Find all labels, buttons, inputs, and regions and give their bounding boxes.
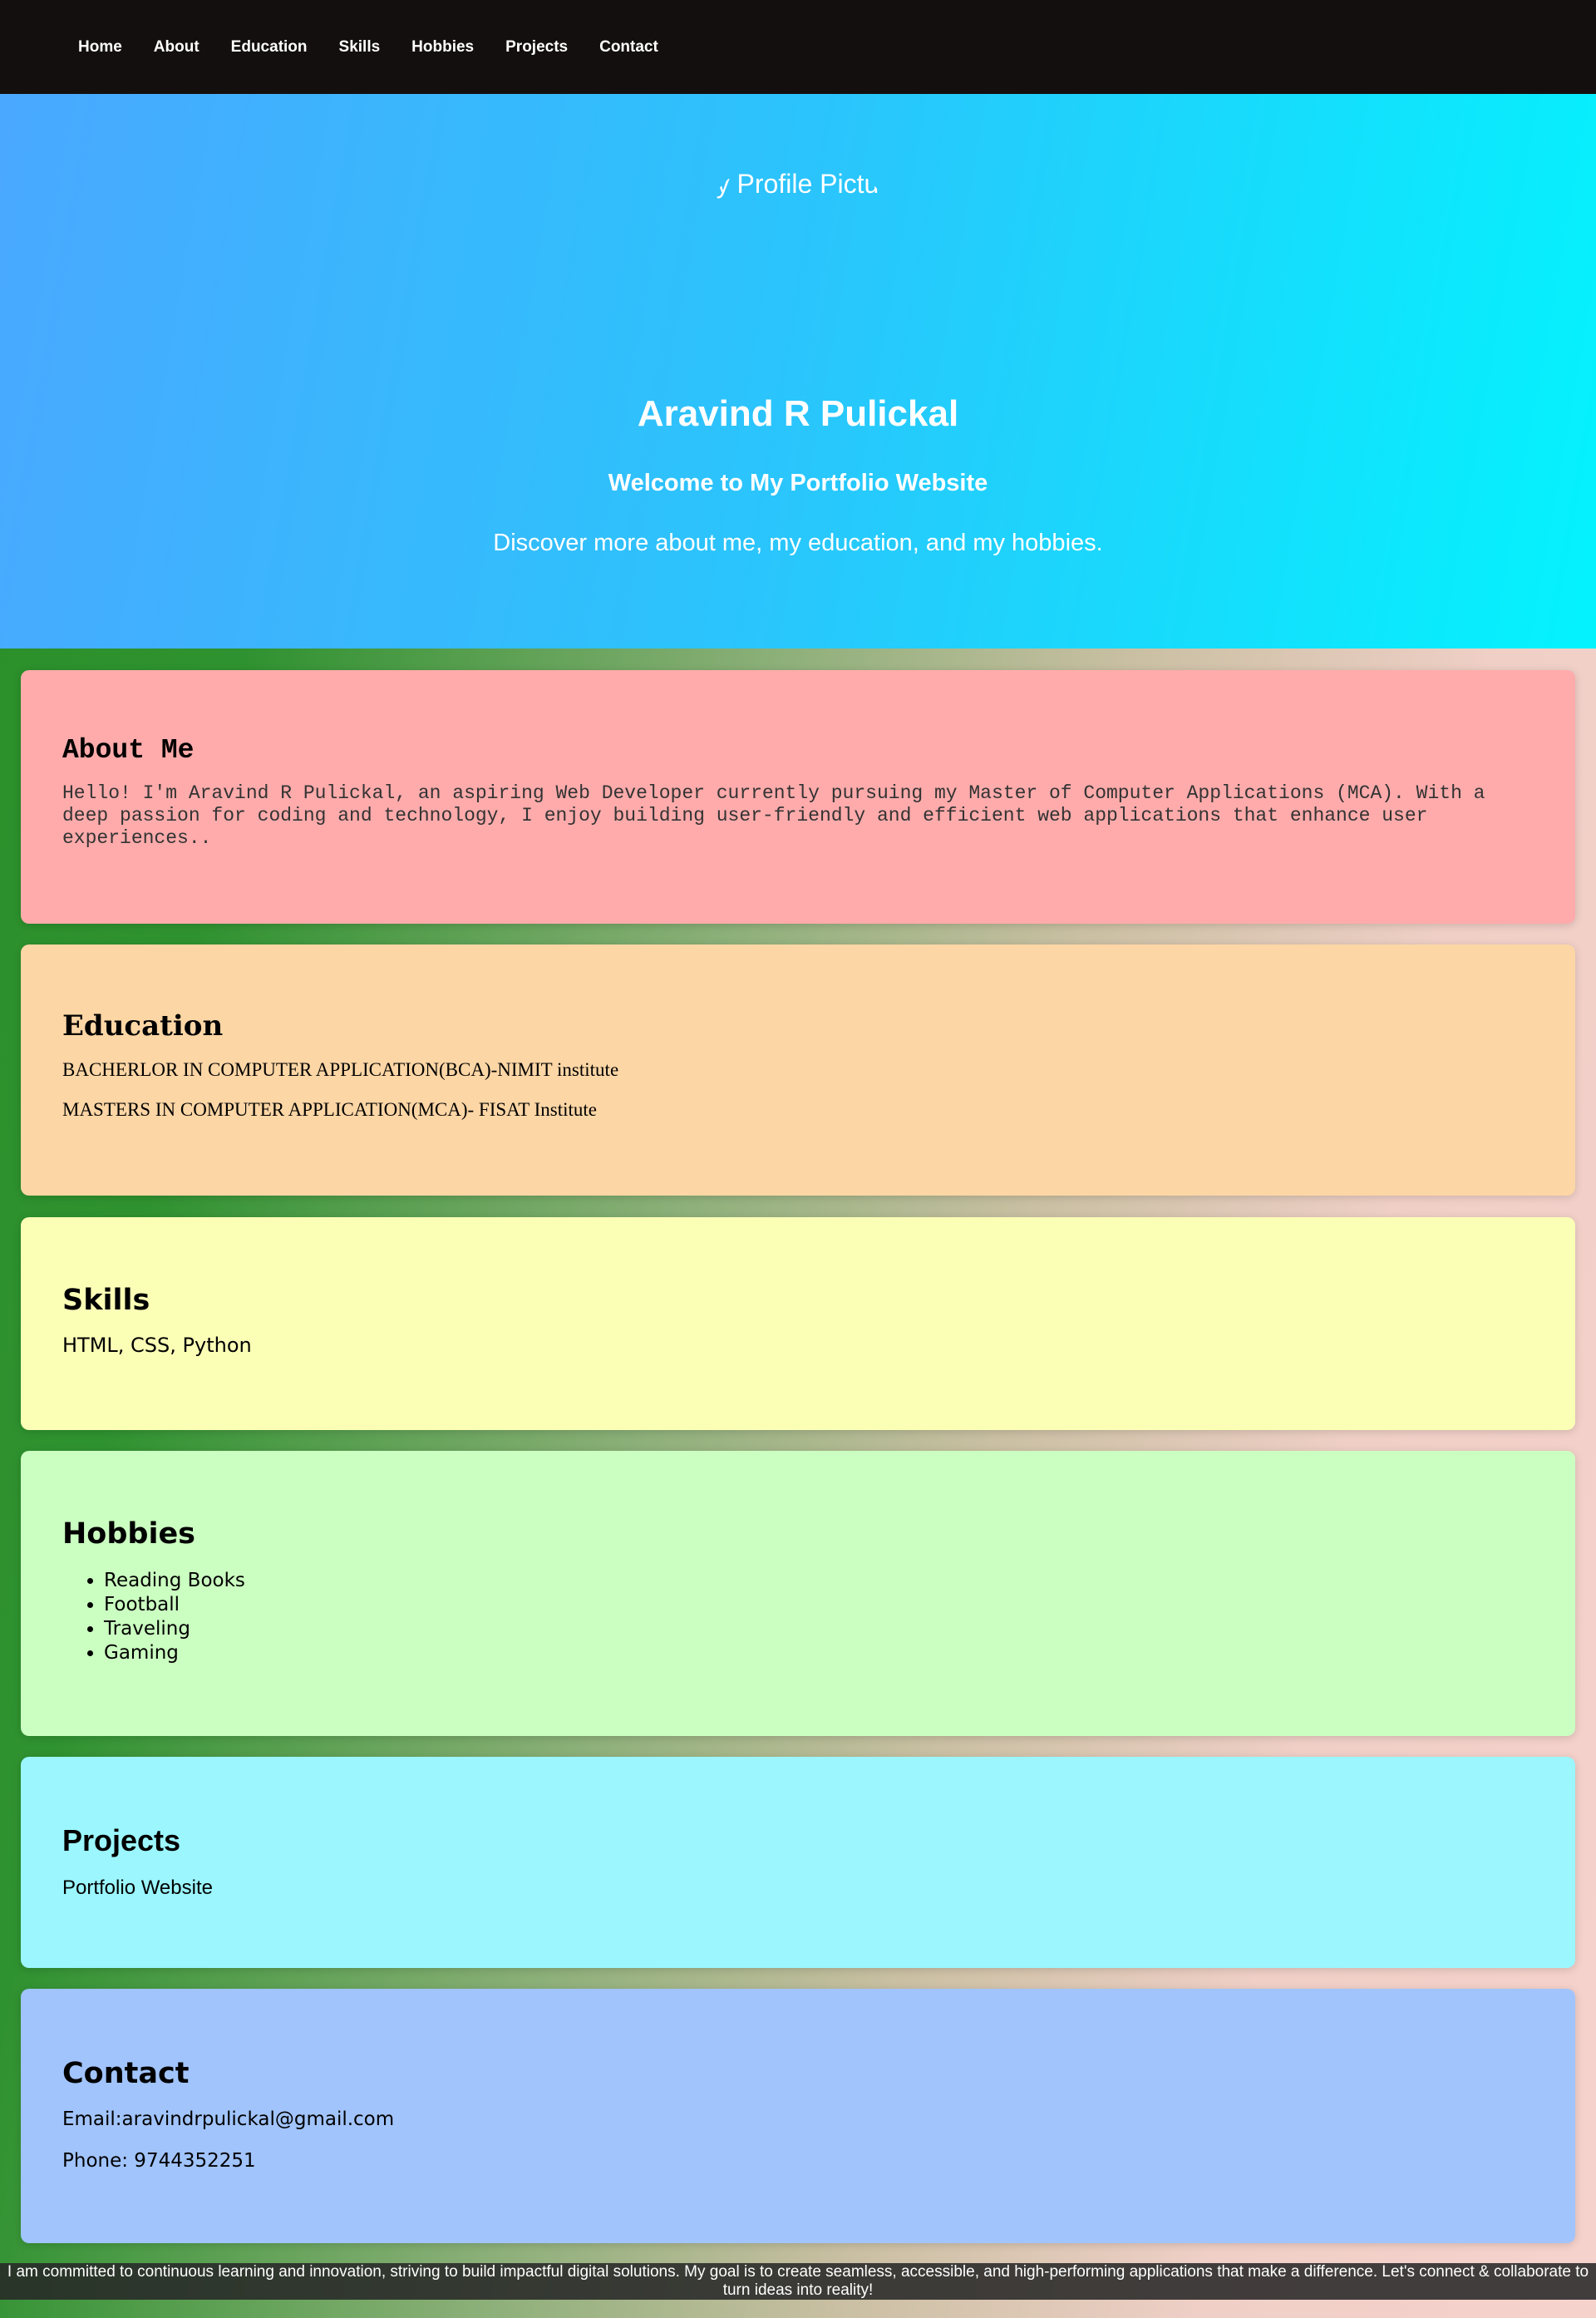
projects-section: Projects Portfolio Website [21, 1757, 1575, 1968]
education-section: Education BACHERLOR IN COMPUTER APPLICAT… [21, 944, 1575, 1196]
list-item: Traveling [104, 1617, 1534, 1641]
nav-link-projects[interactable]: Projects [505, 38, 568, 57]
top-nav: Home About Education Skills Hobbies Proj… [0, 0, 1596, 94]
list-item: Reading Books [104, 1569, 1534, 1593]
nav-link-education[interactable]: Education [231, 38, 308, 57]
profile-picture-alt-text: My Profile Picture [694, 169, 902, 199]
contact-phone: Phone: 9744352251 [62, 2150, 256, 2172]
hero-name: Aravind R Pulickal [637, 393, 959, 434]
nav-link-about[interactable]: About [154, 38, 200, 57]
hobbies-title: Hobbies [62, 1517, 196, 1551]
hobbies-list: Reading Books Football Traveling Gaming [104, 1569, 1534, 1665]
nav-link-skills[interactable]: Skills [339, 38, 381, 57]
about-text: Hello! I'm Aravind R Pulickal, an aspiri… [62, 782, 1485, 849]
projects-text: Portfolio Website [62, 1877, 213, 1899]
education-item-mca: MASTERS IN COMPUTER APPLICATION(MCA)- FI… [62, 1099, 598, 1120]
nav-link-contact[interactable]: Contact [599, 38, 658, 57]
about-title: About Me [62, 735, 195, 766]
education-item-bca: BACHERLOR IN COMPUTER APPLICATION(BCA)-N… [62, 1059, 619, 1080]
list-item: Football [104, 1593, 1534, 1617]
projects-title: Projects [62, 1823, 181, 1857]
about-section: About Me Hello! I'm Aravind R Pulickal, … [21, 670, 1575, 924]
footer: I am committed to continuous learning an… [0, 2263, 1596, 2300]
hero-welcome: Welcome to My Portfolio Website [608, 470, 988, 496]
education-title: Education [62, 1009, 224, 1043]
contact-title: Contact [62, 2057, 190, 2090]
hero-tagline: Discover more about me, my education, an… [493, 530, 1103, 556]
nav-link-hobbies[interactable]: Hobbies [411, 38, 474, 57]
hero-section: My Profile Picture Aravind R Pulickal We… [0, 94, 1596, 649]
list-item: Gaming [104, 1641, 1534, 1665]
footer-text: I am committed to continuous learning an… [7, 2263, 1589, 2299]
skills-section: Skills HTML, CSS, Python [21, 1217, 1575, 1430]
profile-picture-edge [694, 306, 695, 326]
skills-title: Skills [62, 1284, 150, 1317]
profile-picture-edge [901, 306, 902, 326]
hobbies-section: Hobbies Reading Books Football Traveling… [21, 1451, 1575, 1736]
skills-text: HTML, CSS, Python [62, 1334, 252, 1357]
nav-link-home[interactable]: Home [78, 38, 122, 57]
contact-email: Email:aravindrpulickal@gmail.com [62, 2108, 395, 2130]
profile-picture: My Profile Picture [694, 152, 902, 360]
contact-section: Contact Email:aravindrpulickal@gmail.com… [21, 1989, 1575, 2243]
